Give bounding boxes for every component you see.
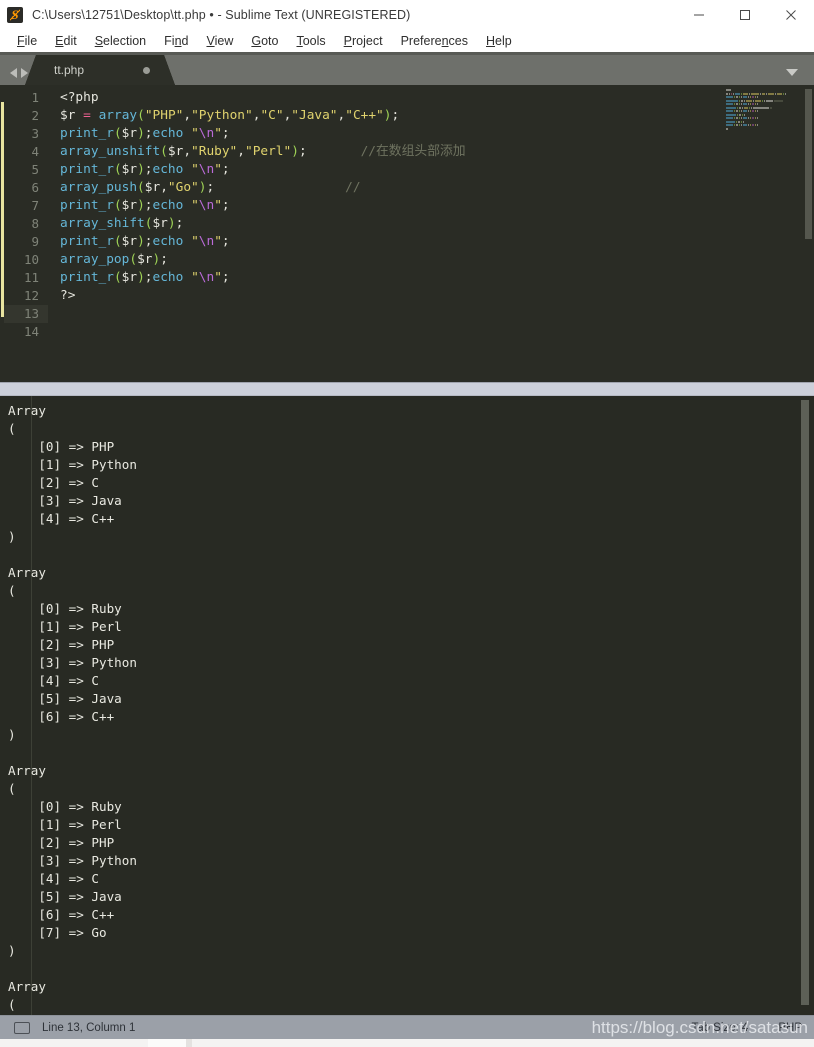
code-content[interactable]: <?php $r = array("PHP","Python","C","Java… — [48, 85, 814, 382]
code-editor[interactable]: 1 2 3 4 5 6 7 8 9 10 11 12 13 14 <?php $r = array("PHP… — [0, 85, 814, 382]
tab-list-dropdown-icon[interactable] — [786, 69, 798, 76]
code-line-4: array_unshift($r,"Ruby","Perl"); //在数组头部… — [60, 144, 466, 159]
minimap-line-7 — [726, 110, 802, 112]
minimap-line-3 — [726, 96, 802, 98]
console-toggle-icon[interactable] — [14, 1021, 30, 1034]
menu-item-file[interactable]: File — [8, 30, 46, 52]
previous-tab-icon[interactable] — [10, 68, 17, 78]
code-line-11: print_r($r);echo "\n"; — [60, 270, 230, 285]
line-number-5: 5 — [31, 162, 39, 177]
output-text: Array ( [0] => PHP [1] => Python [2] => … — [8, 403, 137, 1012]
minimap-line-11 — [726, 124, 802, 126]
code-line-5: print_r($r);echo "\n"; — [60, 162, 230, 177]
menu-item-find[interactable]: Find — [155, 30, 197, 52]
output-scrollbar[interactable] — [801, 400, 809, 1005]
line-number-3: 3 — [31, 126, 39, 141]
minimap-line-14 — [726, 135, 802, 137]
line-number-7: 7 — [31, 198, 39, 213]
line-number-gutter: 1 2 3 4 5 6 7 8 9 10 11 12 13 14 — [4, 85, 48, 382]
app-icon-glyph: S — [11, 7, 19, 22]
minimap-line-12 — [726, 127, 802, 130]
menu-item-help[interactable]: Help — [477, 30, 521, 52]
build-output-panel[interactable]: Array ( [0] => PHP [1] => Python [2] => … — [0, 396, 814, 1015]
editor-scrollbar[interactable] — [805, 89, 812, 239]
minimap-line-13 — [726, 131, 802, 133]
window-controls — [676, 0, 814, 30]
code-line-8: array_shift($r); — [60, 216, 184, 231]
menu-item-view[interactable]: View — [197, 30, 242, 52]
syntax-label[interactable]: PHP — [778, 1022, 802, 1034]
line-number-12: 12 — [23, 288, 39, 303]
line-number-11: 11 — [23, 270, 39, 285]
minimap-line-5 — [726, 103, 802, 105]
tab-label: tt.php — [54, 63, 85, 77]
line-number-10: 10 — [23, 252, 39, 267]
line-number-13: 13 — [4, 305, 48, 323]
line-number-14: 14 — [23, 324, 39, 339]
title-bar: S C:\Users\12751\Desktop\tt.php • - Subl… — [0, 0, 814, 30]
minimap-line-2 — [726, 92, 802, 95]
maximize-button[interactable] — [722, 0, 768, 30]
menu-item-tools[interactable]: Tools — [287, 30, 334, 52]
code-line-3: print_r($r);echo "\n"; — [60, 126, 230, 141]
code-line-6: array_push($r,"Go"); // — [60, 180, 361, 195]
line-number-1: 1 — [31, 90, 39, 105]
line-number-8: 8 — [31, 216, 39, 231]
minimap[interactable] — [726, 89, 802, 159]
code-line-9: print_r($r);echo "\n"; — [60, 234, 230, 249]
menu-item-selection[interactable]: Selection — [86, 30, 155, 52]
minimize-button[interactable] — [676, 0, 722, 30]
panel-divider[interactable] — [0, 382, 814, 396]
line-number-2: 2 — [31, 108, 39, 123]
desktop-taskbar — [0, 1039, 814, 1047]
close-button[interactable] — [768, 0, 814, 30]
menu-item-project[interactable]: Project — [335, 30, 392, 52]
menu-item-preferences[interactable]: Preferences — [392, 30, 477, 52]
line-number-4: 4 — [31, 144, 39, 159]
menu-item-goto[interactable]: Goto — [242, 30, 287, 52]
minimap-line-8 — [726, 113, 802, 116]
line-number-9: 9 — [31, 234, 39, 249]
code-line-2: $r = array("PHP","Python","C","Java","C+… — [60, 108, 400, 123]
cursor-position-label: Line 13, Column 1 — [42, 1021, 136, 1034]
window-title: C:\Users\12751\Desktop\tt.php • - Sublim… — [32, 8, 411, 22]
tab-size-label[interactable]: Tab Size: 4 — [691, 1022, 748, 1034]
menu-bar: File Edit Selection Find View Goto Tools Projec… — [0, 30, 814, 55]
minimap-line-9 — [726, 117, 802, 119]
status-bar: Line 13, Column 1 Tab Size: 4 PHP https:… — [0, 1015, 814, 1039]
tab-bar: tt.php — [0, 55, 814, 85]
code-line-12: ?> — [60, 288, 76, 303]
minimap-line-1 — [726, 89, 802, 91]
sublime-text-app-icon: S — [7, 7, 23, 23]
minimap-line-6 — [726, 106, 802, 109]
modified-lines-indicator — [0, 85, 4, 382]
minimap-line-4 — [726, 99, 802, 102]
unsaved-changes-dot-icon — [143, 67, 150, 74]
line-number-6: 6 — [31, 180, 39, 195]
editor-tab-tt-php[interactable]: tt.php — [25, 55, 175, 85]
code-line-7: print_r($r);echo "\n"; — [60, 198, 230, 213]
menu-item-edit[interactable]: Edit — [46, 30, 86, 52]
code-line-10: array_pop($r); — [60, 252, 168, 267]
status-bar-right: Tab Size: 4 PHP — [691, 1016, 802, 1040]
sublime-text-window: S C:\Users\12751\Desktop\tt.php • - Subl… — [0, 0, 814, 1039]
minimap-line-10 — [726, 120, 802, 123]
code-line-1: <?php — [60, 90, 99, 105]
